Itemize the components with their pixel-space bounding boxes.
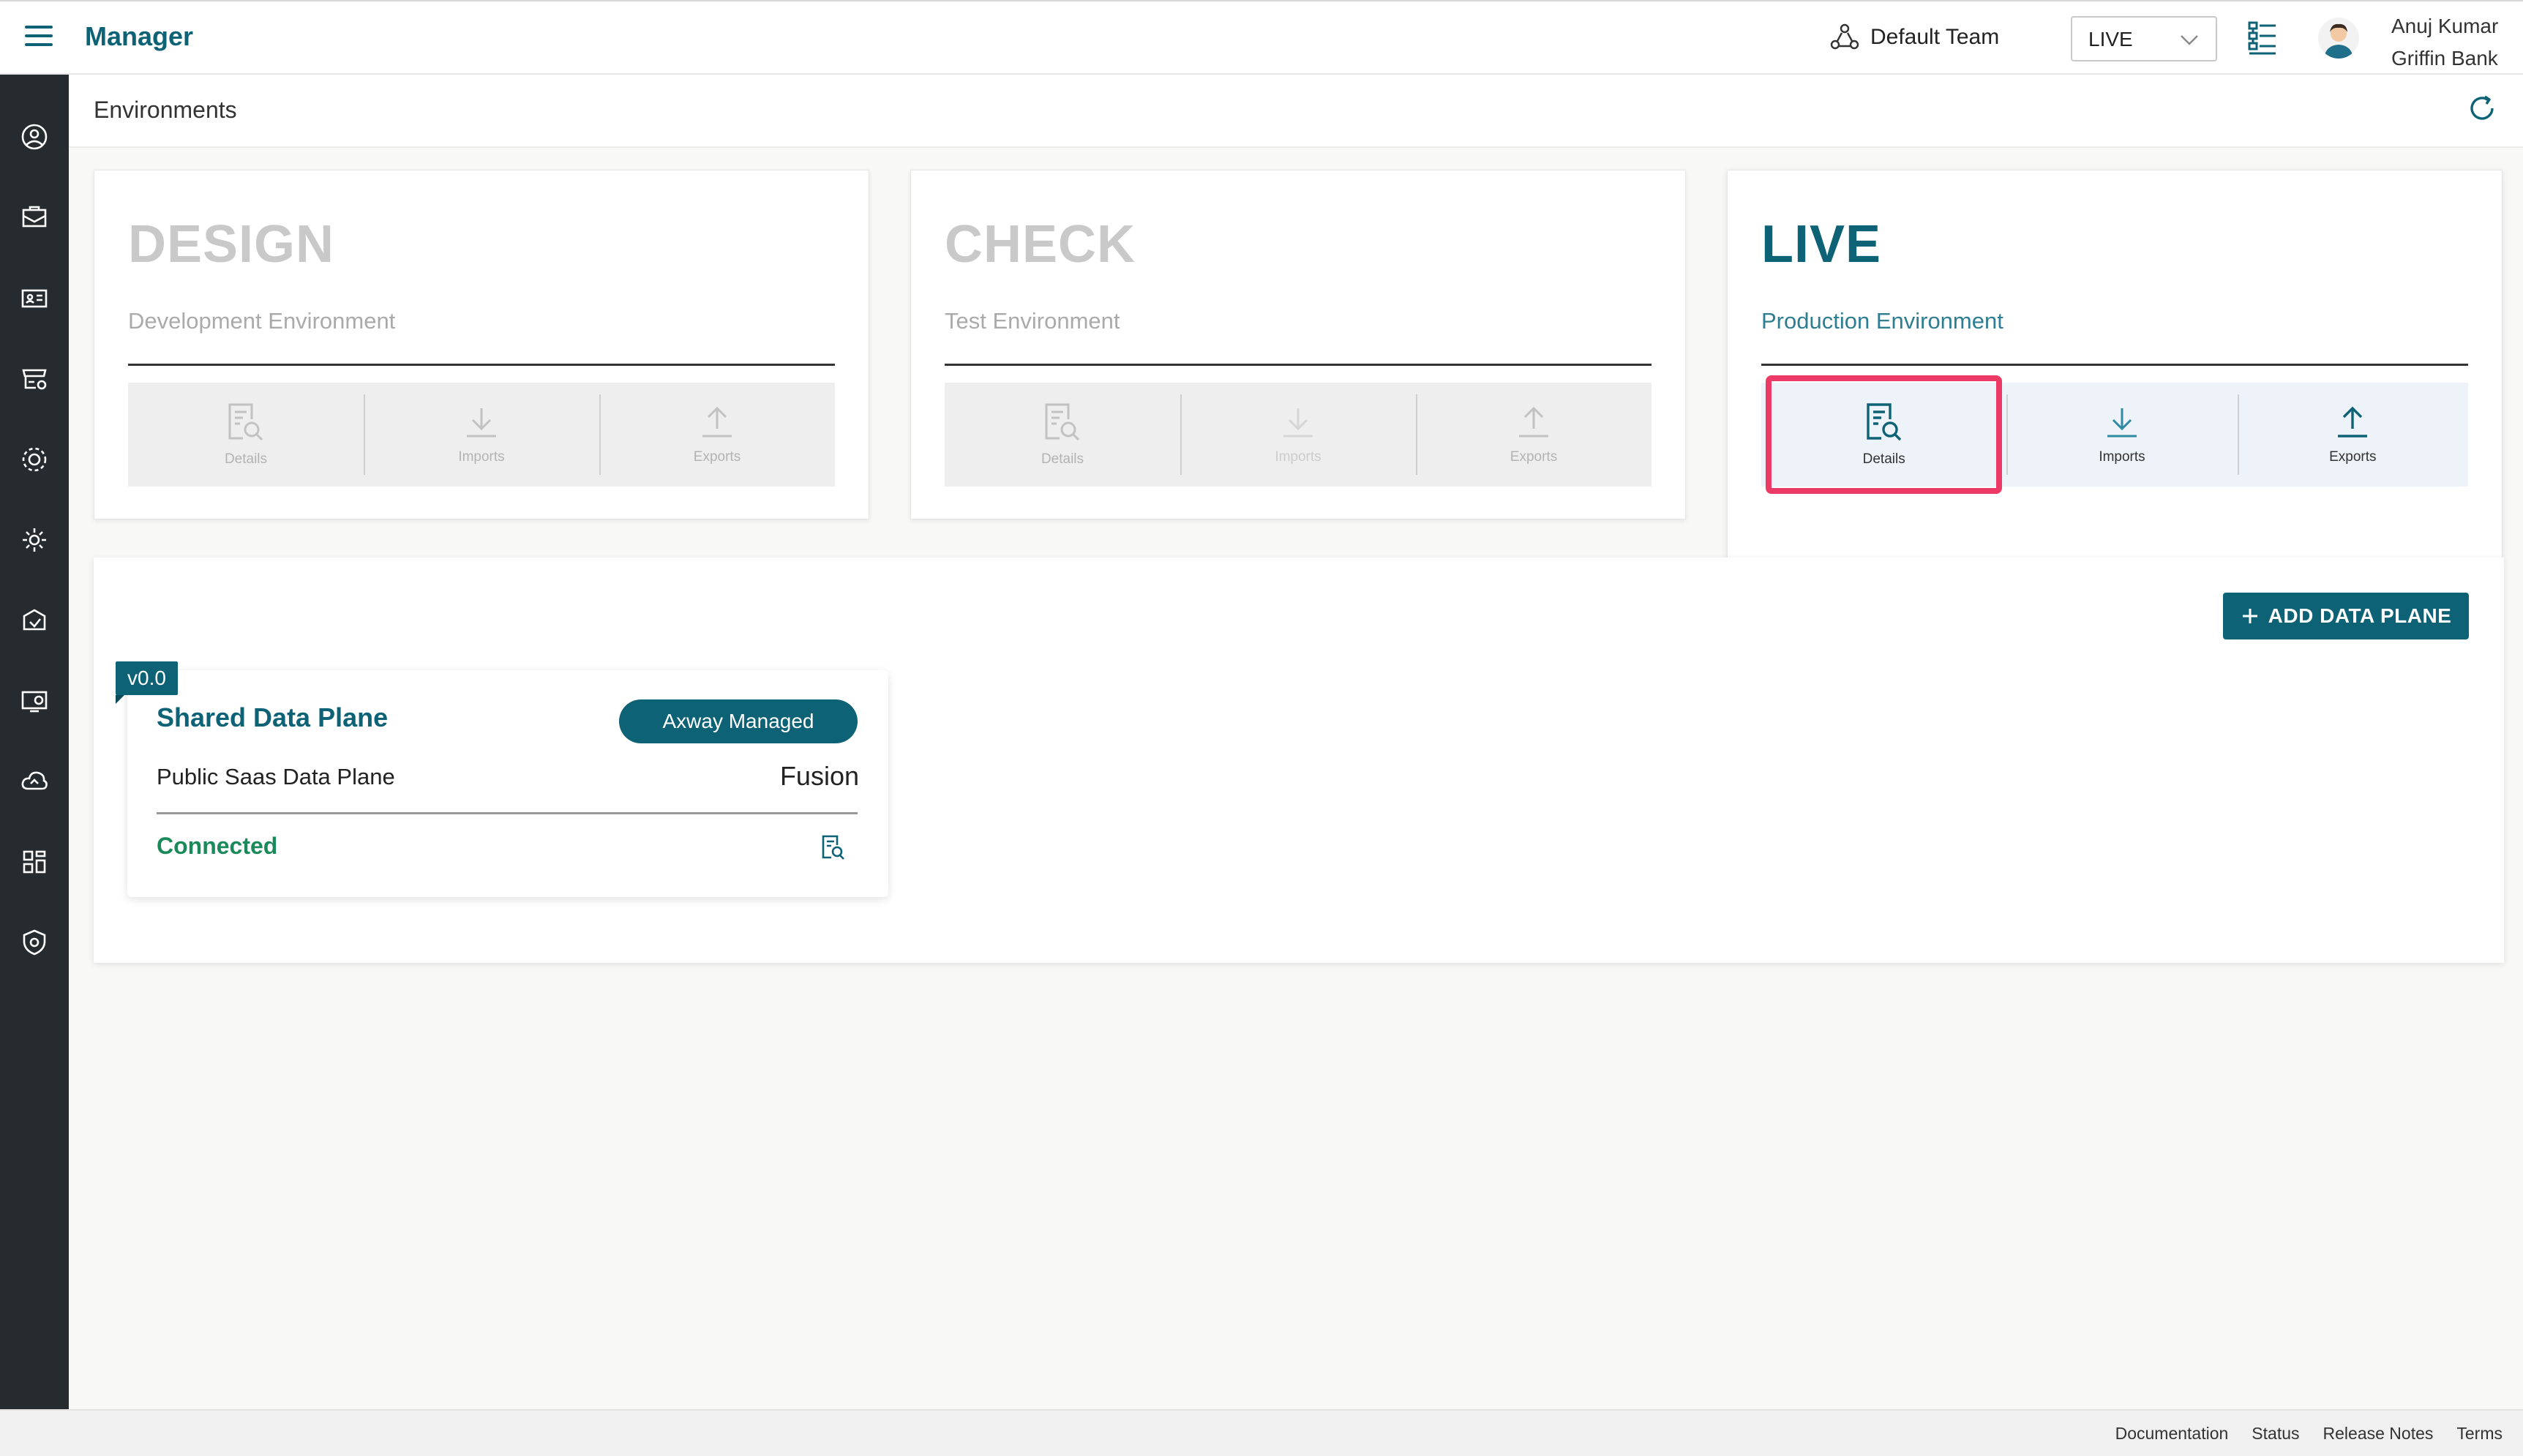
data-plane-title: Shared Data Plane xyxy=(157,702,389,732)
page-title: Environments xyxy=(94,97,237,123)
shield-gear-icon[interactable] xyxy=(20,928,49,957)
dashboard-grid-icon[interactable] xyxy=(20,847,49,877)
env-subtitle: Production Environment xyxy=(1761,308,2003,334)
document-search-icon xyxy=(1866,403,1901,441)
gear-network-icon[interactable] xyxy=(20,445,49,474)
user-avatar-icon xyxy=(2324,23,2353,59)
hamburger-menu-icon[interactable] xyxy=(25,26,53,48)
exports-button[interactable]: Exports xyxy=(2237,383,2468,487)
id-card-icon[interactable] xyxy=(20,284,49,313)
user-name: Anuj Kumar xyxy=(2391,15,2499,37)
env-actions: Details Imports Exports xyxy=(1761,375,2468,494)
env-subtitle: Test Environment xyxy=(945,308,1120,334)
list-settings-icon[interactable] xyxy=(2246,20,2279,59)
store-settings-icon[interactable] xyxy=(20,364,49,394)
env-card-design[interactable]: DESIGN Development Environment Details I… xyxy=(94,170,869,519)
footer-link-status[interactable]: Status xyxy=(2252,1424,2299,1444)
document-search-icon xyxy=(228,403,263,441)
gear-arrows-icon[interactable] xyxy=(20,525,49,555)
data-plane-type: Fusion xyxy=(779,761,859,791)
footer-links: Documentation Status Release Notes Terms xyxy=(2115,1424,2503,1444)
footer-link-release-notes[interactable]: Release Notes xyxy=(2323,1424,2434,1444)
avatar[interactable] xyxy=(2318,18,2359,59)
add-data-plane-button[interactable]: ADD DATA PLANE xyxy=(2223,593,2469,639)
exports-button[interactable]: Exports xyxy=(599,383,835,487)
org-name: Griffin Bank xyxy=(2391,47,2498,70)
data-plane-card[interactable]: Shared Data Plane Axway Managed Public S… xyxy=(127,670,888,897)
inbox-icon[interactable] xyxy=(20,203,49,233)
upload-icon xyxy=(702,406,732,438)
package-icon[interactable] xyxy=(20,606,49,635)
env-card-live[interactable]: LIVE Production Environment Details Impo… xyxy=(1727,170,2503,558)
add-data-plane-label: ADD DATA PLANE xyxy=(2268,604,2452,627)
refresh-icon[interactable] xyxy=(2466,92,2498,124)
team-selector[interactable]: Default Team xyxy=(1829,22,1999,53)
imports-button[interactable]: Imports xyxy=(1180,383,1416,487)
details-button[interactable]: Details xyxy=(128,383,364,487)
app-title: Manager xyxy=(85,21,194,51)
env-name: CHECK xyxy=(945,215,1136,274)
data-plane-description: Public Saas Data Plane xyxy=(157,764,395,789)
plus-icon xyxy=(2242,609,2257,623)
env-name: DESIGN xyxy=(128,215,335,274)
monitor-icon[interactable] xyxy=(20,686,49,716)
managed-badge: Axway Managed xyxy=(619,699,858,743)
env-actions: Details Imports Exports xyxy=(945,383,1652,487)
download-icon xyxy=(2107,408,2137,438)
user-info[interactable]: Anuj Kumar Griffin Bank xyxy=(2391,10,2498,75)
divider xyxy=(1761,364,2468,366)
details-button[interactable]: Details xyxy=(945,383,1180,487)
env-subtitle: Development Environment xyxy=(128,308,396,334)
version-tag: v0.0 xyxy=(116,661,178,704)
env-card-check[interactable]: CHECK Test Environment Details Imports E… xyxy=(910,170,1686,519)
cloud-sync-icon[interactable] xyxy=(20,767,49,796)
download-icon xyxy=(467,408,496,438)
chevron-down-icon xyxy=(2181,35,2198,45)
document-search-icon[interactable] xyxy=(821,834,846,860)
imports-button[interactable]: Imports xyxy=(364,383,599,487)
divider xyxy=(945,364,1652,366)
download-icon xyxy=(1283,408,1313,438)
upload-icon xyxy=(1519,406,1548,438)
details-button[interactable]: Details xyxy=(1765,375,2003,494)
imports-button[interactable]: Imports xyxy=(2006,383,2237,487)
env-name: LIVE xyxy=(1761,215,1882,274)
footer-link-documentation[interactable]: Documentation xyxy=(2115,1424,2229,1444)
footer-link-terms[interactable]: Terms xyxy=(2456,1424,2503,1444)
connection-status: Connected xyxy=(157,833,278,859)
document-search-icon xyxy=(1045,403,1080,441)
environment-select[interactable]: LIVE xyxy=(2071,16,2217,61)
upload-icon xyxy=(2338,406,2368,438)
environment-select-value: LIVE xyxy=(2088,28,2133,50)
sidebar xyxy=(0,75,69,1409)
footer: Documentation Status Release Notes Terms xyxy=(0,1409,2523,1456)
env-actions: Details Imports Exports xyxy=(128,383,835,487)
divider xyxy=(128,364,835,366)
top-bar: Manager Default Team LIVE Anuj Kumar Gri… xyxy=(0,0,2523,75)
team-icon xyxy=(1830,23,1859,50)
user-circle-icon[interactable] xyxy=(20,122,49,151)
divider xyxy=(157,812,858,814)
exports-button[interactable]: Exports xyxy=(1416,383,1652,487)
team-name: Default Team xyxy=(1870,25,2000,49)
page-header: Environments xyxy=(69,75,2523,148)
